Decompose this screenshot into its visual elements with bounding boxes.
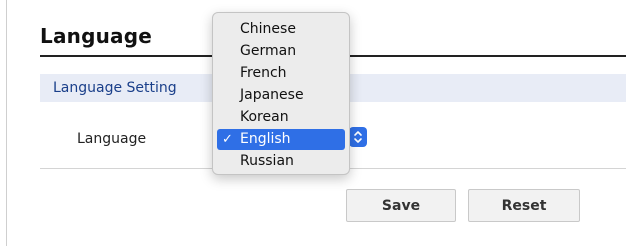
language-field-label: Language xyxy=(77,131,147,147)
check-icon: ✓ xyxy=(222,132,233,147)
option-label: Korean xyxy=(240,109,289,125)
page-title: Language xyxy=(40,24,153,48)
language-select-toggle[interactable] xyxy=(349,127,367,147)
frame-border xyxy=(6,0,7,246)
option-label: German xyxy=(240,43,297,59)
section-title: Language Setting xyxy=(53,80,177,96)
language-option-russian[interactable]: Russian xyxy=(217,151,345,172)
save-button[interactable]: Save xyxy=(346,189,456,222)
option-label: Chinese xyxy=(240,21,296,37)
language-option-french[interactable]: French xyxy=(217,63,345,84)
option-label: English xyxy=(240,131,291,147)
language-option-chinese[interactable]: Chinese xyxy=(217,19,345,40)
language-option-german[interactable]: German xyxy=(217,41,345,62)
language-option-japanese[interactable]: Japanese xyxy=(217,85,345,106)
reset-button[interactable]: Reset xyxy=(468,189,580,222)
option-label: French xyxy=(240,65,287,81)
language-dropdown-menu: Chinese German French Japanese Korean ✓ … xyxy=(212,12,350,175)
option-label: Russian xyxy=(240,153,294,169)
option-label: Japanese xyxy=(240,87,304,103)
chevron-up-down-icon xyxy=(354,131,362,143)
language-option-korean[interactable]: Korean xyxy=(217,107,345,128)
language-option-english[interactable]: ✓ English xyxy=(217,129,345,150)
